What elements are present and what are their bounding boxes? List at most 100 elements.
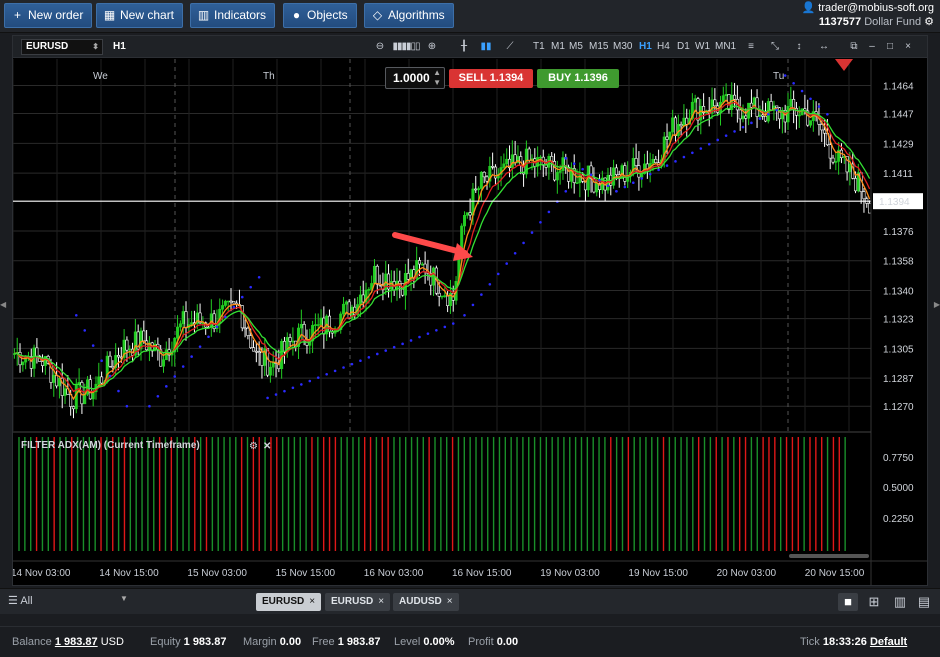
candle-body — [505, 158, 509, 165]
layout-rows-icon[interactable]: ▤ — [914, 593, 934, 611]
chart-toolbar: EURUSD ⬍ H1 ⊖ ▮▮▮▮▯▯ ⊕ ╂ ▮▮ ⟋ T1 M1 M5 M15 M3… — [13, 36, 927, 58]
sar-dot — [741, 125, 745, 129]
close-tab-icon[interactable]: × — [309, 596, 315, 607]
close-tab-icon[interactable]: × — [378, 596, 384, 607]
margin-label: Margin — [243, 636, 277, 648]
timeframe-m30-button[interactable]: M30 — [613, 39, 632, 55]
timeframe-m1-button[interactable]: M1 — [551, 39, 565, 55]
sar-dot — [249, 285, 253, 289]
zoom-slider[interactable]: ▮▮▮▮▯▯ — [389, 39, 423, 55]
new-order-button[interactable]: + New order — [4, 3, 93, 28]
close-icon[interactable]: ✕ — [263, 441, 271, 452]
y-axis-label: 1.1411 — [883, 169, 913, 180]
buy-button[interactable]: BUY 1.1396 — [537, 69, 619, 88]
candle-body — [229, 300, 233, 303]
candle-body — [848, 163, 852, 173]
candle-body — [555, 172, 559, 181]
detach-icon[interactable]: ⧉ — [847, 39, 861, 55]
lot-size-input[interactable]: 1.0000 ▲ ▼ — [385, 67, 445, 89]
algorithms-label: Algorithms — [388, 8, 445, 22]
x-axis-label: 19 Nov 15:00 — [628, 568, 688, 579]
timeframe-h4-button[interactable]: H4 — [657, 39, 670, 55]
timeframe-t1-button[interactable]: T1 — [533, 39, 545, 55]
layout-single-icon[interactable]: ■ — [838, 593, 858, 611]
sar-dot — [215, 325, 219, 329]
candle-body — [372, 265, 376, 284]
candles-icon[interactable]: ▮▮ — [479, 39, 493, 55]
timeframe-h1-button[interactable]: H1 — [639, 39, 652, 55]
autoscroll-icon[interactable]: ↕ — [791, 39, 807, 55]
candle-body — [417, 260, 421, 265]
candle-body — [696, 98, 700, 121]
layout-columns-icon[interactable]: ▥ — [890, 593, 910, 611]
sar-dot — [451, 322, 455, 325]
price-chart[interactable]: We Th Tu 1.1394 1.1464 1.1447 1.1429 1.1411 1.13… — [13, 59, 927, 585]
candle-body — [254, 350, 258, 353]
zoom-in-icon[interactable]: ⊕ — [425, 39, 439, 55]
chart-scrollbar[interactable] — [789, 554, 869, 558]
indicator-list-icon[interactable]: ≡ — [743, 39, 759, 55]
tab-audusd[interactable]: AUDUSD × — [393, 593, 459, 611]
x-axis-label: 16 Nov 15:00 — [452, 568, 512, 579]
left-panel-handle-icon[interactable]: ◀ — [0, 300, 6, 309]
y-axis-label: 1.1464 — [883, 81, 914, 92]
crosshair-icon[interactable]: ⤡ — [767, 39, 783, 55]
x-axis-label: 14 Nov 03:00 — [13, 568, 71, 579]
shift-icon[interactable]: ↔ — [815, 39, 833, 55]
sar-dot — [783, 74, 787, 77]
timeframe-m5-button[interactable]: M5 — [569, 39, 583, 55]
tab-eurusd-1[interactable]: EURUSD × — [256, 593, 322, 611]
gear-icon[interactable]: ⚙ — [924, 16, 934, 28]
candle-body — [226, 300, 230, 303]
candle-body — [527, 148, 531, 161]
plus-icon: + — [13, 8, 21, 22]
line-chart-icon[interactable]: ⟋ — [503, 39, 517, 55]
zoom-out-icon[interactable]: ⊖ — [373, 39, 387, 55]
bar-type-icon[interactable]: ╂ — [457, 39, 471, 55]
right-panel-handle-icon[interactable]: ▶ — [934, 300, 940, 309]
sar-dot — [775, 108, 779, 112]
candle-body — [713, 99, 717, 107]
minimize-icon[interactable]: – — [865, 39, 879, 55]
sar-dot — [165, 385, 168, 388]
gear-icon[interactable]: ⚙ — [249, 441, 258, 452]
timeframe-mn1-button[interactable]: MN1 — [715, 39, 736, 55]
candle-body — [786, 106, 790, 123]
close-icon[interactable]: × — [901, 39, 915, 55]
timeframe-w1-button[interactable]: W1 — [695, 39, 710, 55]
maximize-icon[interactable]: □ — [883, 39, 897, 55]
candle-body — [21, 361, 25, 366]
tab-label: EURUSD — [262, 596, 305, 607]
diamond-icon: ◇ — [372, 8, 383, 22]
candle-body — [634, 158, 638, 166]
lot-size-value: 1.0000 — [393, 71, 430, 85]
close-tab-icon[interactable]: × — [447, 596, 453, 607]
objects-button[interactable]: ● Objects — [283, 3, 357, 28]
sar-dot — [564, 156, 568, 160]
sar-dot — [283, 389, 286, 393]
symbol-filter[interactable]: ☰ All ▼ — [8, 594, 128, 607]
candle-body — [176, 326, 180, 339]
filter-value: All — [20, 595, 33, 607]
tab-label: AUDUSD — [399, 596, 442, 607]
timeframe-m15-button[interactable]: M15 — [589, 39, 608, 55]
candle-body — [243, 327, 247, 330]
server-name[interactable]: Default — [870, 636, 907, 648]
layout-grid-icon[interactable]: ⊞ — [864, 593, 884, 611]
timeframe-d1-button[interactable]: D1 — [677, 39, 690, 55]
symbol-select[interactable]: EURUSD ⬍ — [21, 39, 103, 55]
y-axis-label: 1.1323 — [883, 315, 914, 326]
account-info[interactable]: 👤 trader@mobius-soft.org 1137577 Dollar … — [802, 1, 934, 29]
new-chart-button[interactable]: ▦ New chart — [96, 3, 184, 28]
current-price-label: 1.1394 — [879, 197, 910, 208]
indicators-button[interactable]: ▥ Indicators — [190, 3, 276, 28]
algorithms-button[interactable]: ◇ Algorithms — [364, 3, 454, 28]
profit-label: Profit — [468, 636, 494, 648]
candle-body — [789, 99, 793, 107]
sar-dot — [826, 112, 829, 116]
sell-button[interactable]: SELL 1.1394 — [449, 69, 533, 88]
sar-dot — [488, 282, 492, 286]
tab-eurusd-2[interactable]: EURUSD × — [325, 593, 391, 611]
main-toolbar: + New order ▦ New chart ▥ Indicators ● Objec… — [0, 0, 940, 33]
candle-body — [665, 136, 669, 140]
